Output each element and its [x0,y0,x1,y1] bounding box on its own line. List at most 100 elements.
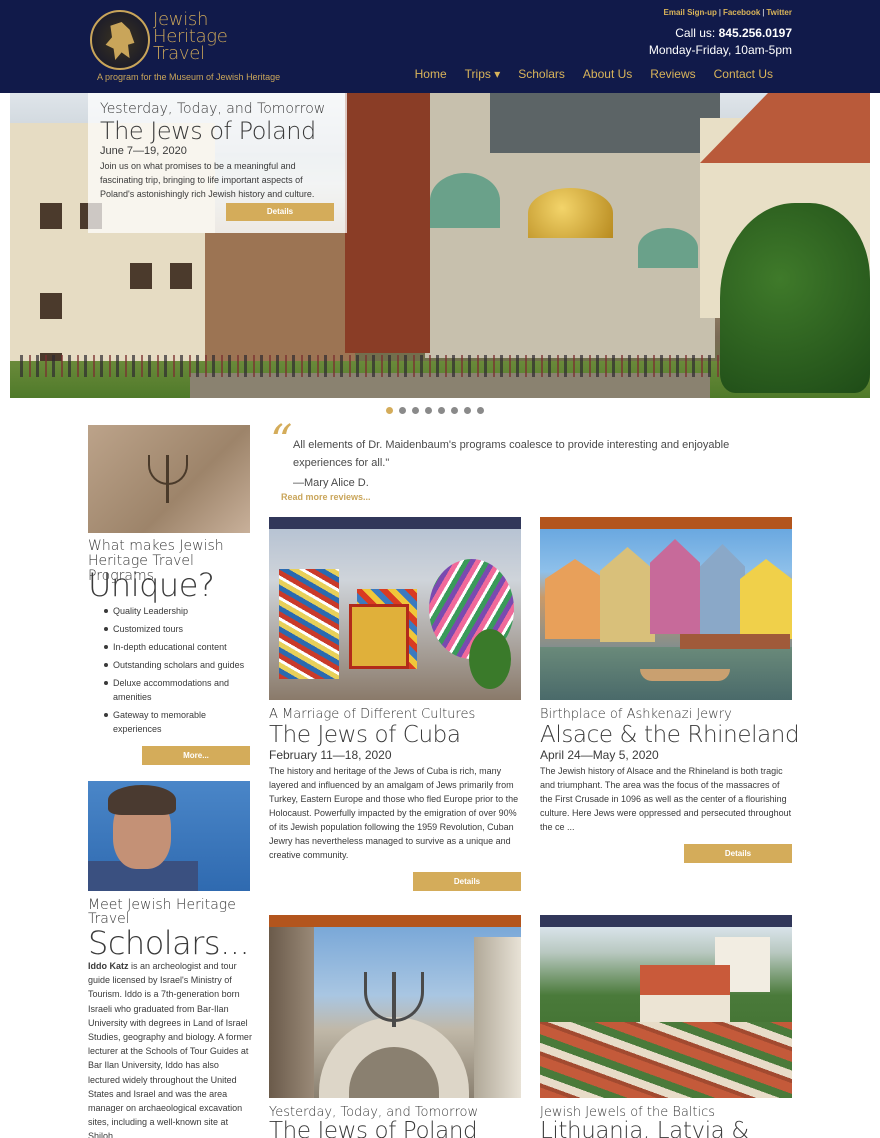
trip-details-button[interactable]: Details [413,872,521,891]
baltics-trip-image[interactable] [540,927,792,1098]
trip-title[interactable]: Alsace & the Rhineland [540,722,800,748]
quote-mark-icon: “ [270,416,293,467]
review-text: All elements of Dr. Maidenbaum's program… [293,439,730,469]
top-links: Email Sign-up | Facebook | Twitter [664,8,792,17]
slide-dot[interactable] [438,407,445,414]
menorah-stem [166,455,169,503]
read-more-reviews-link[interactable]: Read more reviews... [281,492,371,502]
window [170,263,192,289]
hero-subtitle: Yesterday, Today, and Tomorrow [100,101,326,117]
separator: | [718,8,721,17]
site-header: Jewish Heritage Travel A program for the… [0,0,880,93]
cuba-trip-image[interactable] [269,529,521,700]
nav-contact-us[interactable]: Contact Us [714,67,773,81]
slide-dot[interactable] [477,407,484,414]
window [40,203,62,229]
tree [469,629,511,689]
call-label: Call us: [675,26,716,40]
tower [345,93,430,353]
hero-description: Join us on what promises to be a meaning… [100,161,315,199]
scholars-subtitle: Meet Jewish Heritage Travel [88,897,236,927]
poland-trip-image[interactable] [269,927,521,1098]
slide-dot[interactable] [451,407,458,414]
roof [490,93,720,153]
list-item: Customized tours [104,622,254,636]
scholar-bio: Iddo Katz is an archeologist and tour gu… [88,959,252,1138]
mosaic-face [349,604,409,669]
lion-icon [105,22,135,60]
trip-subtitle: A Marriage of Different Cultures [269,707,476,722]
building-wall [269,927,314,1098]
mosaic-sculpture [279,569,339,679]
window [40,293,62,319]
trip-date: April 24—May 5, 2020 [540,748,659,762]
hero-title[interactable]: The Jews of Poland [100,117,335,145]
trip-title[interactable]: The Jews of Cuba [269,722,461,748]
trip-title[interactable]: The Jews of Poland [269,1118,478,1138]
nav-about-us[interactable]: About Us [583,67,632,81]
card-top-bar [540,915,792,927]
building [205,233,355,368]
card-top-bar [269,915,521,927]
slide-dot[interactable] [412,407,419,414]
scholar-name: Iddo Katz [88,961,129,971]
house [700,544,745,634]
trip-description: The Jewish history of Alsace and the Rhi… [540,766,792,832]
more-button[interactable]: More... [142,746,250,765]
nav-scholars[interactable]: Scholars [518,67,565,81]
scholars-title[interactable]: Scholars... [88,924,250,962]
twitter-link[interactable]: Twitter [766,8,792,17]
main-nav: Home Trips ▾ Scholars About Us Reviews C… [415,67,773,81]
call-us: Call us: 845.256.0197 [675,26,792,40]
card-top-bar [540,517,792,529]
slide-dot[interactable] [425,407,432,414]
slide-dot[interactable] [399,407,406,414]
house [650,539,700,634]
phone-number[interactable]: 845.256.0197 [719,26,792,40]
gold-dome [528,188,613,238]
list-item: Outstanding scholars and guides [104,658,254,672]
logo-emblem-icon[interactable] [90,10,150,70]
nav-trips[interactable]: Trips ▾ [465,67,501,81]
tagline: A program for the Museum of Jewish Herit… [97,72,281,82]
list-item: Gateway to memorable experiences [104,708,254,736]
hero-details-button[interactable]: Details [226,203,334,221]
trip-subtitle: Birthplace of Ashkenazi Jewry [540,707,732,722]
tree [720,203,870,393]
card-top-bar [269,517,521,529]
building-wall [640,995,730,1025]
alsace-trip-image[interactable] [540,529,792,700]
facebook-link[interactable]: Facebook [723,8,760,17]
hero-date: June 7—19, 2020 [100,145,187,157]
trip-date: February 11—18, 2020 [269,748,392,762]
unique-features-list: Quality Leadership Customized tours In-d… [104,604,254,740]
slide-dot[interactable] [464,407,471,414]
boat [640,669,730,681]
scholar-photo[interactable] [88,781,250,891]
green-dome [638,228,698,268]
trip-title[interactable]: Lithuania, Latvia & [540,1118,749,1138]
hair [108,785,176,815]
logo-text[interactable]: Jewish Heritage Travel [153,11,228,64]
window [130,263,152,289]
nav-home[interactable]: Home [415,67,447,81]
list-item: Deluxe accommodations and amenities [104,676,254,704]
trip-details-button[interactable]: Details [684,844,792,863]
red-roof [640,965,730,995]
list-item: In-depth educational content [104,640,254,654]
unique-title: Unique? [88,566,215,604]
trip-description: The history and heritage of the Jews of … [269,766,519,860]
separator: | [762,8,765,17]
menorah-stem [392,972,396,1027]
crowd [20,355,720,377]
bridge [680,634,790,649]
office-hours: Monday-Friday, 10am-5pm [648,43,792,57]
nav-reviews[interactable]: Reviews [650,67,695,81]
green-dome [430,173,500,228]
email-signup-link[interactable]: Email Sign-up [664,8,717,17]
slide-dot[interactable] [386,407,393,414]
logo-line: Travel [153,43,205,64]
scholar-bio-text: is an archeologist and tour guide licens… [88,961,252,1138]
review-author: —Mary Alice D. [293,477,369,489]
building-wall [474,937,521,1098]
